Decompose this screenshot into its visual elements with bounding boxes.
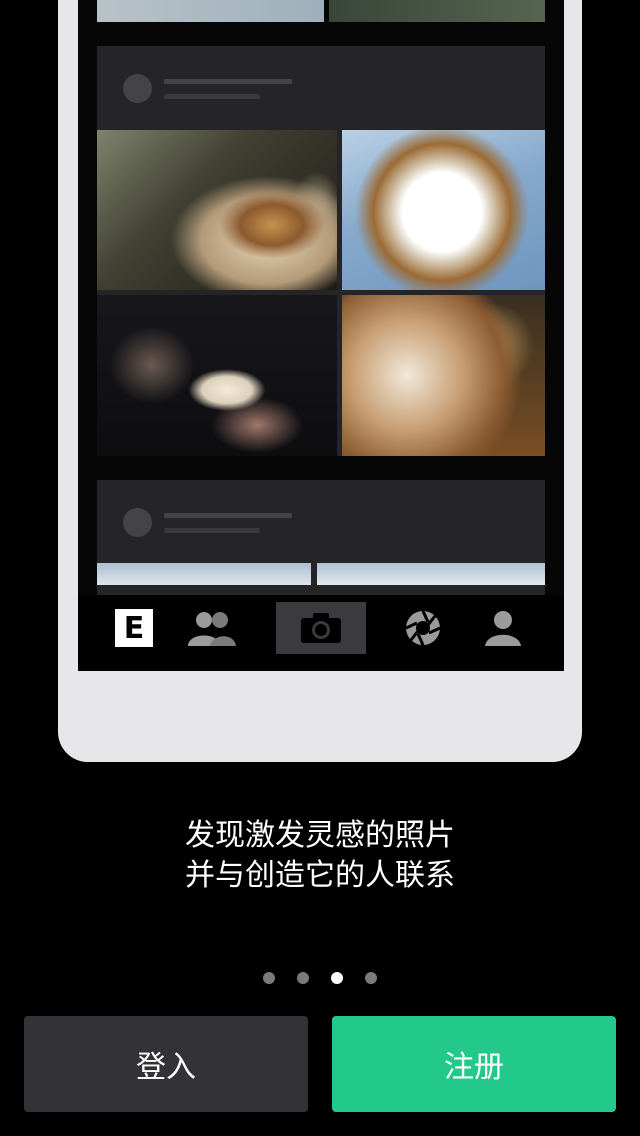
avatar-placeholder xyxy=(123,508,152,537)
card-header-placeholder xyxy=(97,480,545,562)
login-button[interactable]: 登入 xyxy=(24,1016,308,1112)
avatar-placeholder xyxy=(123,74,152,103)
food-photo-iced-coffee xyxy=(342,295,545,456)
page-dot[interactable] xyxy=(365,972,377,984)
text-placeholder xyxy=(164,528,260,533)
food-photo-icecream xyxy=(97,295,337,456)
feed-photo-partial xyxy=(97,0,324,22)
onboarding-caption-line1: 发现激发灵感的照片 xyxy=(185,818,455,853)
page-dot[interactable] xyxy=(263,972,275,984)
signup-button[interactable]: 注册 xyxy=(332,1016,616,1112)
text-placeholder xyxy=(164,94,260,99)
profile-icon xyxy=(478,595,528,661)
onboarding-caption-line2: 并与创造它的人联系 xyxy=(185,858,455,893)
mock-tab-bar: E xyxy=(78,595,564,671)
people-icon xyxy=(178,595,244,661)
aperture-icon xyxy=(398,595,448,661)
food-photo-sandwich xyxy=(97,130,337,290)
camera-icon xyxy=(276,602,366,654)
feed-photo-partial xyxy=(317,563,545,585)
page-dot-active[interactable] xyxy=(331,972,343,984)
page-indicator xyxy=(0,972,640,984)
text-placeholder xyxy=(164,79,292,84)
feed-photo-partial xyxy=(329,0,545,22)
card-header-placeholder xyxy=(97,46,545,128)
food-photo-pastry xyxy=(342,130,545,290)
logo-e-icon: E xyxy=(110,595,158,661)
page-dot[interactable] xyxy=(297,972,309,984)
feed-photo-partial xyxy=(97,563,311,585)
text-placeholder xyxy=(164,513,292,518)
